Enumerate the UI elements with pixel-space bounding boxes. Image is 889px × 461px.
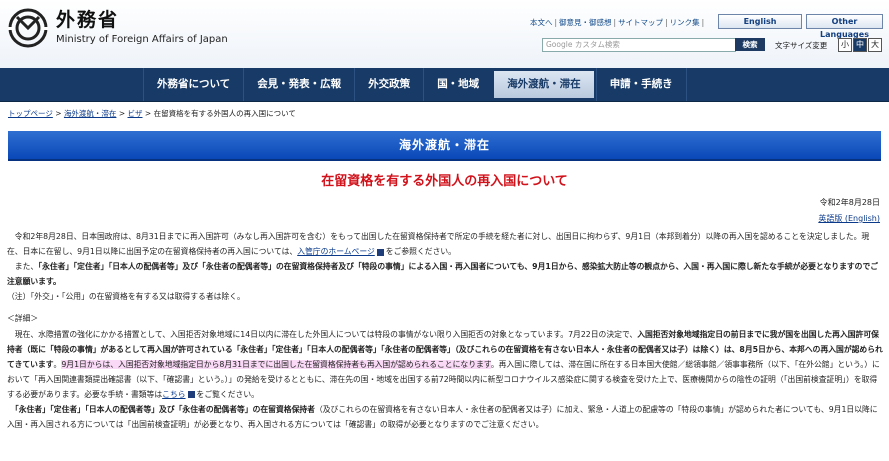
nav-item-travel-stay[interactable]: 海外渡航・滞在 bbox=[494, 71, 594, 98]
english-button[interactable]: English bbox=[718, 14, 802, 29]
nav-item-about[interactable]: 外務省について bbox=[143, 68, 243, 101]
nav-item-applications[interactable]: 申請・手続き bbox=[595, 68, 687, 101]
nav-item-countries[interactable]: 国・地域 bbox=[423, 68, 492, 101]
page-title: 在留資格を有する外国人の再入国について bbox=[321, 174, 568, 189]
breadcrumb-travel[interactable]: 海外渡航・滞在 bbox=[64, 109, 117, 118]
font-size-small-button[interactable]: 小 bbox=[838, 38, 852, 52]
main-navigation: 外務省について 会見・発表・広報 外交政策 国・地域 海外渡航・滞在 申請・手続… bbox=[0, 68, 889, 102]
links-page-link[interactable]: リンク集 bbox=[670, 18, 700, 27]
font-size-medium-button[interactable]: 中 bbox=[853, 38, 867, 52]
ministry-emblem-icon bbox=[8, 8, 48, 48]
search-button[interactable]: 検索 bbox=[735, 38, 765, 51]
article-body: 令和2年8月28日、日本国政府は、8月31日までに再入国許可（みなし再入国許可を… bbox=[7, 229, 883, 432]
paragraph-2: また、「永住者」「定住者」「日本人の配偶者等」及び「永住者の配偶者等」の在留資格… bbox=[7, 262, 879, 287]
section-banner: 海外渡航・滞在 bbox=[8, 131, 881, 161]
breadcrumb-top[interactable]: トップページ bbox=[8, 109, 53, 118]
paragraph-1: 令和2年8月28日、日本国政府は、8月31日までに再入国許可（みなし再入国許可を… bbox=[7, 232, 870, 257]
logo-english-text: Ministry of Foreign Affairs of Japan bbox=[56, 34, 228, 45]
paragraph-4: 「永住者」「定住者」「日本人の配偶者等」及び「永住者の配偶者等」の在留資格保持者… bbox=[7, 405, 878, 430]
other-languages-button[interactable]: Other Languages bbox=[806, 14, 883, 39]
utility-links: 本文へ | 御意見・御感想 | サイトマップ | リンク集 | bbox=[530, 18, 705, 27]
nav-item-foreign-policy[interactable]: 外交政策 bbox=[354, 68, 423, 101]
external-link-icon bbox=[187, 391, 195, 399]
feedback-link[interactable]: 御意見・御感想 bbox=[559, 18, 612, 27]
skip-to-content-link[interactable]: 本文へ bbox=[530, 18, 553, 27]
note: （注）「外交」・「公用」の在留資格を有する又は取得する者は除く。 bbox=[7, 292, 245, 302]
font-size-label: 文字サイズ変更 bbox=[775, 41, 828, 50]
breadcrumb-current: 在留資格を有する外国人の再入国について bbox=[153, 109, 296, 118]
breadcrumb-visa[interactable]: ビザ bbox=[128, 109, 143, 118]
site-header: 外務省 Ministry of Foreign Affairs of Japan… bbox=[0, 0, 889, 68]
english-version-link[interactable]: 英語版 (English) bbox=[818, 213, 880, 224]
detail-heading: ＜詳細＞ bbox=[7, 314, 39, 324]
immigration-agency-link[interactable]: 入管庁のホームページ bbox=[297, 247, 375, 256]
logo-japanese-text: 外務省 bbox=[56, 9, 120, 31]
search-input[interactable]: Google カスタム検索 bbox=[542, 38, 736, 52]
procedures-link[interactable]: こちら bbox=[162, 390, 185, 399]
paragraph-3: 現在、水際措置の強化にかかる措置として、入国拒否対象地域に14日以内に滞在した外… bbox=[7, 329, 883, 399]
external-link-icon bbox=[376, 248, 384, 256]
site-logo[interactable]: 外務省 Ministry of Foreign Affairs of Japan bbox=[8, 8, 228, 48]
highlighted-text: 9月1日からは、入国拒否対象地域指定日から8月31日までに出国した在留資格保持者… bbox=[61, 359, 491, 369]
font-size-large-button[interactable]: 大 bbox=[868, 38, 882, 52]
sitemap-link[interactable]: サイトマップ bbox=[618, 18, 663, 27]
breadcrumb: トップページ > 海外渡航・滞在 > ビザ > 在留資格を有する外国人の再入国に… bbox=[8, 109, 296, 118]
nav-item-press[interactable]: 会見・発表・広報 bbox=[243, 68, 354, 101]
publication-date: 令和2年8月28日 bbox=[819, 198, 880, 207]
